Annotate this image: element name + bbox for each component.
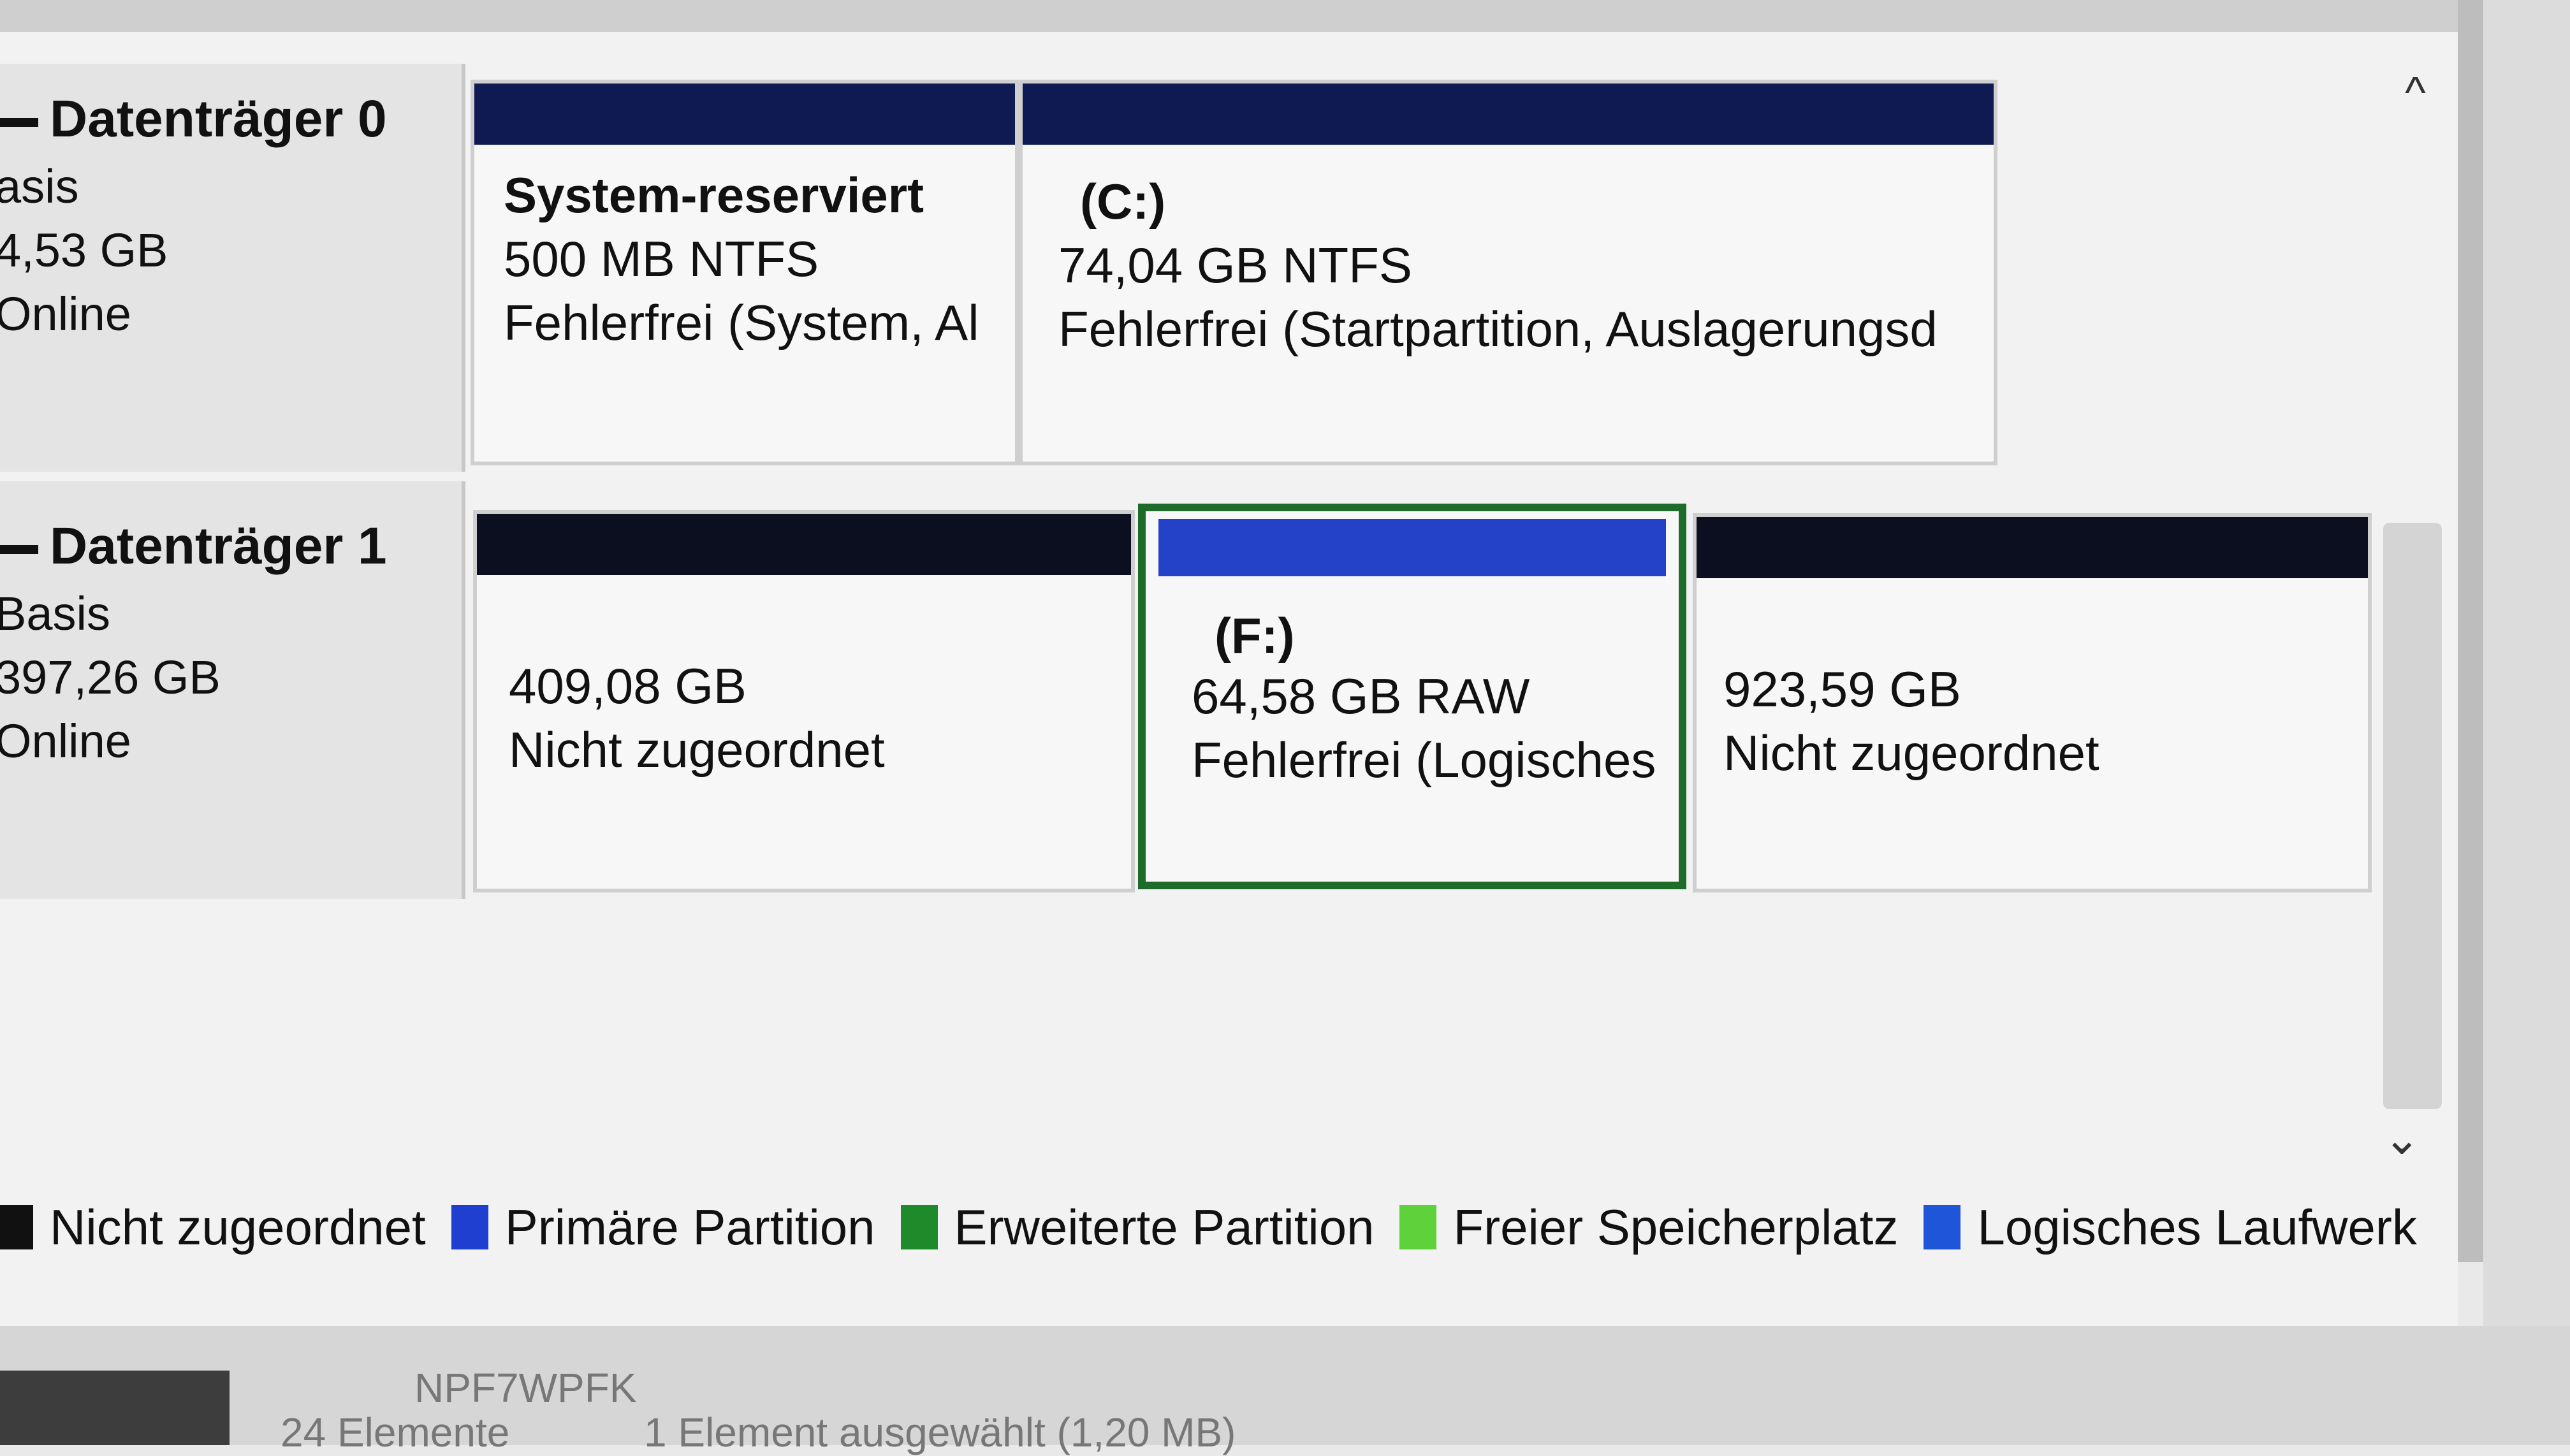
legend-swatch xyxy=(1399,1205,1437,1249)
legend-label: Nicht zugeordnet xyxy=(50,1198,426,1255)
disk-icon xyxy=(0,545,38,555)
legend: Nicht zugeordnet Primäre Partition Erwei… xyxy=(0,1192,2458,1262)
partition-label: (C:) xyxy=(1080,173,1166,229)
legend-label: Primäre Partition xyxy=(504,1198,875,1255)
unallocated-bar xyxy=(1697,517,2368,578)
window-border xyxy=(2458,0,2483,1262)
partition-size: 74,04 GB NTFS xyxy=(1058,237,1412,293)
disk-icon xyxy=(0,118,38,127)
partition-f-selected[interactable]: (F:) 64,58 GB RAW Fehlerfrei (Logisches xyxy=(1138,504,1686,889)
partition-status: Nicht zugeordnet xyxy=(1723,725,2099,781)
primary-partition-bar xyxy=(1023,84,1994,145)
disk-0-size: 4,53 GB xyxy=(0,224,168,277)
disk-0-name: Datenträger 0 xyxy=(0,89,387,149)
disk-1-status: Online xyxy=(0,715,131,768)
legend-item-primary: Primäre Partition xyxy=(451,1198,875,1256)
disk-1-size: 397,26 GB xyxy=(0,651,221,704)
partition-system-reserved[interactable]: System-reserviert 500 MB NTFS Fehlerfrei… xyxy=(471,80,1019,465)
status-item-count: 24 Elemente xyxy=(281,1409,510,1455)
chevron-down-icon[interactable]: ⌄ xyxy=(2383,1112,2421,1165)
taskbar-fragment xyxy=(0,1371,230,1445)
folder-name: NPF7WPFK xyxy=(414,1365,637,1411)
legend-label: Freier Speicherplatz xyxy=(1453,1198,1899,1255)
scrollbar-thumb[interactable] xyxy=(2383,523,2442,1109)
partition-status: Fehlerfrei (Logisches xyxy=(1192,732,1656,788)
top-strip xyxy=(0,0,2458,36)
legend-swatch xyxy=(1924,1205,1961,1249)
partition-label: System-reserviert xyxy=(504,167,924,223)
logical-drive-bar xyxy=(1158,519,1666,576)
background xyxy=(2483,0,2570,1445)
legend-swatch xyxy=(451,1205,488,1249)
status-selection: 1 Element ausgewählt (1,20 MB) xyxy=(644,1409,1236,1455)
partition-unallocated-2[interactable]: 923,59 GB Nicht zugeordnet xyxy=(1693,513,2372,892)
partition-status: Fehlerfrei (System, Al xyxy=(504,295,979,351)
disk-0-info[interactable]: Datenträger 0 asis 4,53 GB Online xyxy=(0,64,465,472)
disk-0-type: asis xyxy=(0,160,79,213)
legend-swatch xyxy=(900,1205,938,1249)
partition-label: (F:) xyxy=(1215,608,1295,664)
legend-item-extended: Erweiterte Partition xyxy=(900,1198,1375,1256)
partition-c[interactable]: (C:) 74,04 GB NTFS Fehlerfrei (Startpart… xyxy=(1019,80,1997,465)
disk-1-name: Datenträger 1 xyxy=(0,516,387,576)
legend-label: Erweiterte Partition xyxy=(954,1198,1375,1255)
partition-size: 64,58 GB RAW xyxy=(1192,668,1530,724)
legend-item-free: Freier Speicherplatz xyxy=(1399,1198,1898,1256)
legend-item-logical: Logisches Laufwerk xyxy=(1924,1198,2417,1256)
disk-1-info[interactable]: Datenträger 1 Basis 397,26 GB Online xyxy=(0,481,465,899)
disk-0-status: Online xyxy=(0,288,131,340)
disk-1-type: Basis xyxy=(0,587,110,640)
partition-status: Fehlerfrei (Startpartition, Auslagerungs… xyxy=(1058,301,1938,357)
partition-size: 409,08 GB xyxy=(509,658,747,714)
chevron-up-icon[interactable]: ^ xyxy=(2405,67,2426,118)
legend-swatch xyxy=(0,1205,33,1249)
primary-partition-bar xyxy=(474,84,1015,145)
unallocated-bar xyxy=(477,514,1131,575)
partition-unallocated-1[interactable]: 409,08 GB Nicht zugeordnet xyxy=(473,510,1135,892)
partition-status: Nicht zugeordnet xyxy=(509,722,885,778)
legend-item-unallocated: Nicht zugeordnet xyxy=(0,1198,426,1256)
partition-size: 923,59 GB xyxy=(1723,661,1961,717)
legend-label: Logisches Laufwerk xyxy=(1977,1198,2417,1255)
partition-size: 500 MB NTFS xyxy=(504,231,819,287)
